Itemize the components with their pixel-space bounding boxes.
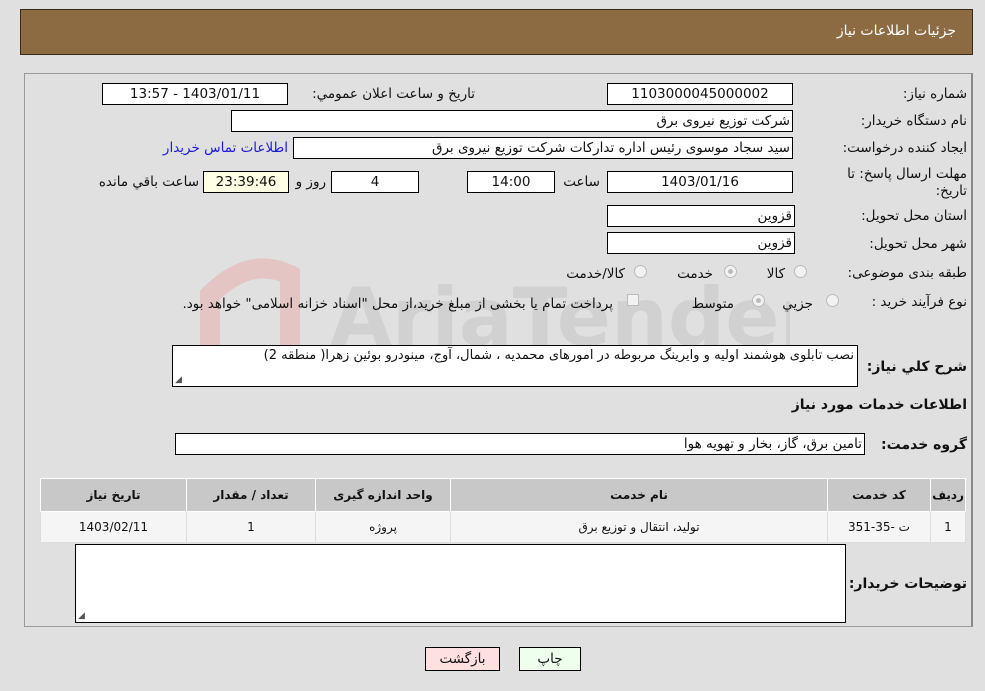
province-field: قزوین [607,205,795,227]
buyer-notes-label: توضيحات خريدار: [848,576,967,592]
deadline-date-field: 1403/01/16 [607,171,793,193]
description-text: نصب تابلوی هوشمند اولیه و وایرینگ مربوطه… [263,348,854,363]
deadline-time-label: ساعت [563,174,600,190]
buyer-notes-text [76,545,845,549]
announce-datetime-field: 1403/01/11 - 13:57 [102,83,288,105]
services-section-title: اطلاعات خدمات مورد نياز [791,397,967,413]
table-row: 1 ت -35-351 تولید، انتقال و توزیع برق پر… [40,511,966,543]
days-remaining-field: 4 [331,171,419,193]
print-button[interactable]: چاپ [519,647,581,671]
col-service-code: کد خدمت [827,478,931,512]
page-title: جزئیات اطلاعات نیاز [836,23,956,39]
col-quantity: تعداد / مقدار [186,478,316,512]
city-label: شهر محل تحويل: [869,236,967,252]
process-radio-minor[interactable] [826,294,839,307]
requester-label: ايجاد کننده درخواست: [842,140,967,156]
category-option-service: خدمت [677,266,713,282]
city-field: قزوین [607,232,795,254]
col-need-date: تاريخ نياز [40,478,187,512]
cell-need-date: 1403/02/11 [40,511,187,543]
treasury-note: پرداخت تمام يا بخشی از مبلغ خريد،از محل … [182,296,613,312]
buyer-notes-textarea[interactable]: ◢ [75,544,846,623]
category-radio-goods[interactable] [794,265,807,278]
page-header: جزئیات اطلاعات نیاز [20,9,973,55]
col-service-name: نام خدمت [450,478,828,512]
remaining-label: ساعت باقي مانده [98,174,199,190]
buyer-contact-link[interactable]: اطلاعات تماس خريدار [163,140,288,156]
cell-row-number: 1 [930,511,966,543]
time-remaining-field: 23:39:46 [203,171,289,193]
resize-grip-icon[interactable]: ◢ [78,611,85,621]
process-label: نوع فرآيند خريد : [871,294,967,310]
description-label: شرح کلي نياز: [866,359,967,375]
resize-grip-icon[interactable]: ◢ [175,375,182,385]
announce-datetime-label: تاريخ و ساعت اعلان عمومي: [312,86,475,102]
province-label: استان محل تحويل: [861,208,967,224]
category-option-goods: کالا [766,266,785,282]
days-label: روز و [295,174,326,190]
process-option-minor: جزيي [782,296,813,312]
process-option-medium: متوسط [691,296,734,312]
service-group-label: گروه خدمت: [881,437,967,453]
requester-field: سید سجاد موسوی رئیس اداره تدارکات شرکت ت… [293,137,793,159]
back-button[interactable]: بازگشت [425,647,500,671]
description-textarea[interactable]: نصب تابلوی هوشمند اولیه و وایرینگ مربوطه… [172,345,858,387]
category-radio-goods-service[interactable] [634,265,647,278]
cell-service-code: ت -35-351 [827,511,931,543]
services-table: رديف کد خدمت نام خدمت واحد اندازه گيری ت… [40,478,966,543]
table-header-row: رديف کد خدمت نام خدمت واحد اندازه گيری ت… [40,478,966,512]
col-row-number: رديف [930,478,966,512]
deadline-time-field: 14:00 [467,171,555,193]
buyer-org-label: نام دستگاه خريدار: [860,113,967,129]
category-option-goods-service: کالا/خدمت [566,266,625,282]
category-radio-service[interactable] [724,265,737,278]
cell-service-name: تولید، انتقال و توزیع برق [450,511,828,543]
cell-quantity: 1 [186,511,316,543]
treasury-checkbox[interactable] [627,294,639,306]
need-number-label: شماره نیاز: [902,86,967,102]
category-label: طبقه بندی موضوعی: [847,265,967,281]
deadline-label: مهلت ارسال پاسخ: تا تاريخ: [847,166,967,199]
buyer-org-field: شرکت توزیع نیروی برق [231,110,793,132]
cell-unit: پروژه [315,511,451,543]
col-unit: واحد اندازه گيری [315,478,451,512]
service-group-field: تامین برق، گاز، بخار و تهویه هوا [175,433,865,455]
need-number-field: 1103000045000002 [607,83,793,105]
process-radio-medium[interactable] [752,294,765,307]
